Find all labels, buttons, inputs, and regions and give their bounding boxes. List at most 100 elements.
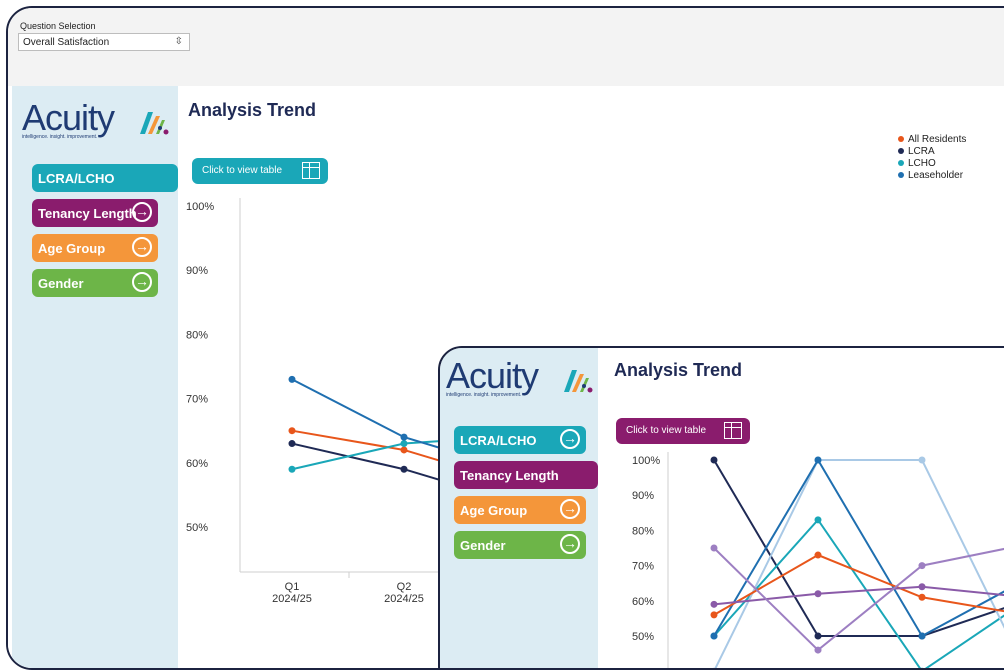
data-point [919, 583, 926, 590]
data-point [711, 601, 718, 608]
y-tick-label: 60% [632, 596, 654, 608]
y-tick-label: 50% [632, 631, 654, 643]
data-point [815, 516, 822, 523]
x-tick-label: Q2 [397, 581, 412, 593]
view-table-label: Click to view table [202, 165, 282, 176]
series-line [714, 520, 1004, 670]
filter-bar: Question Selection Overall Satisfaction … [8, 8, 1004, 86]
data-point [289, 376, 296, 383]
nav-gender-label: Gender [38, 276, 84, 291]
data-point [815, 647, 822, 654]
y-tick-label: 70% [186, 394, 208, 406]
report-frame: Question Selection Overall Satisfaction … [6, 6, 1004, 670]
nav-tenancy-length[interactable]: Tenancy Length → [32, 199, 158, 227]
data-point [919, 457, 926, 464]
nav-lcra-lcho[interactable]: LCRA/LCHO [32, 164, 178, 192]
question-selection-value: Overall Satisfaction [23, 37, 109, 48]
legend-dot [898, 136, 904, 142]
data-point [401, 446, 408, 453]
y-tick-label: 70% [632, 561, 654, 573]
overlay-nav-gender-label: Gender [460, 538, 506, 553]
data-point [815, 552, 822, 559]
legend-dot [898, 172, 904, 178]
table-icon [302, 162, 320, 179]
overlay-sidebar: Acuity intelligence. insight. improvemen… [440, 348, 598, 670]
series-4 [711, 552, 1004, 619]
x-tick-label: 2024/25 [384, 593, 424, 605]
y-tick-label: 80% [632, 525, 654, 537]
overlay-nav-lcra-lcho-label: LCRA/LCHO [460, 433, 537, 448]
data-point [401, 466, 408, 473]
overlay-logo-word: Acuity [446, 358, 538, 394]
data-point [711, 545, 718, 552]
data-point [401, 434, 408, 441]
overlay-nav-lcra-lcho[interactable]: LCRA/LCHO → [454, 426, 586, 454]
updown-chevron-icon: ⇳ [175, 36, 183, 47]
legend-label: LCRA [908, 146, 935, 157]
x-tick-label: Q1 [285, 581, 300, 593]
y-tick-label: 90% [632, 490, 654, 502]
nav-gender[interactable]: Gender → [32, 269, 158, 297]
legend-item: LCHO [898, 158, 966, 170]
data-point [815, 590, 822, 597]
legend-item: LCRA [898, 146, 966, 158]
legend-dot [898, 148, 904, 154]
nav-lcra-lcho-label: LCRA/LCHO [38, 171, 115, 186]
arrow-right-icon: → [132, 272, 152, 292]
overlay-acuity-logo: Acuity intelligence. insight. improvemen… [446, 358, 538, 398]
data-point [711, 611, 718, 618]
page-title: Analysis Trend [188, 100, 316, 121]
series-2 [711, 457, 1004, 670]
arrow-right-icon: → [132, 202, 152, 222]
table-icon [724, 422, 742, 439]
series-0 [711, 457, 1004, 640]
data-point [815, 633, 822, 640]
overlay-report-window: Acuity intelligence. insight. improvemen… [438, 346, 1004, 670]
data-point [289, 427, 296, 434]
series-3 [711, 457, 1004, 640]
data-point [401, 440, 408, 447]
logo-marks-icon [126, 106, 172, 138]
series-line [714, 460, 1004, 636]
x-tick-label: 2024/25 [272, 593, 312, 605]
legend-item: All Residents [898, 134, 966, 146]
data-point [711, 457, 718, 464]
overlay-nav-tenancy-length-label: Tenancy Length [460, 468, 559, 483]
overlay-view-table-button[interactable]: Click to view table [616, 418, 750, 444]
legend-item: Leaseholder [898, 170, 966, 182]
y-tick-label: 80% [186, 329, 208, 341]
sidebar: Acuity intelligence. insight. improvemen… [12, 86, 178, 668]
y-tick-label: 60% [186, 458, 208, 470]
nav-age-group-label: Age Group [38, 241, 105, 256]
overlay-nav-age-group[interactable]: Age Group → [454, 496, 586, 524]
series-line [714, 460, 1004, 636]
series-1 [711, 516, 1004, 670]
overlay-nav-age-group-label: Age Group [460, 503, 527, 518]
series-line [714, 544, 1004, 650]
data-point [919, 633, 926, 640]
data-point [711, 633, 718, 640]
nav-age-group[interactable]: Age Group → [32, 234, 158, 262]
arrow-right-icon: → [560, 429, 580, 449]
legend-dot [898, 160, 904, 166]
series-line [714, 460, 1004, 670]
question-selection-dropdown[interactable]: Overall Satisfaction ⇳ [18, 33, 190, 51]
chart-legend: All Residents LCRA LCHO Leaseholder [898, 134, 966, 182]
legend-label: All Residents [908, 134, 966, 145]
acuity-logo: Acuity intelligence. insight. improvemen… [22, 100, 114, 140]
logo-marks-icon [550, 364, 596, 396]
legend-label: Leaseholder [908, 170, 963, 181]
data-point [289, 466, 296, 473]
overlay-page-title: Analysis Trend [614, 360, 742, 381]
overlay-nav-gender[interactable]: Gender → [454, 531, 586, 559]
overlay-view-table-label: Click to view table [626, 425, 706, 436]
view-table-button[interactable]: Click to view table [192, 158, 328, 184]
data-point [919, 562, 926, 569]
y-tick-label: 50% [186, 522, 208, 534]
overlay-nav-tenancy-length[interactable]: Tenancy Length [454, 461, 598, 489]
data-point [815, 457, 822, 464]
arrow-right-icon: → [560, 499, 580, 519]
logo-word: Acuity [22, 100, 114, 136]
y-tick-label: 100% [632, 455, 660, 467]
y-tick-label: 100% [186, 201, 214, 213]
